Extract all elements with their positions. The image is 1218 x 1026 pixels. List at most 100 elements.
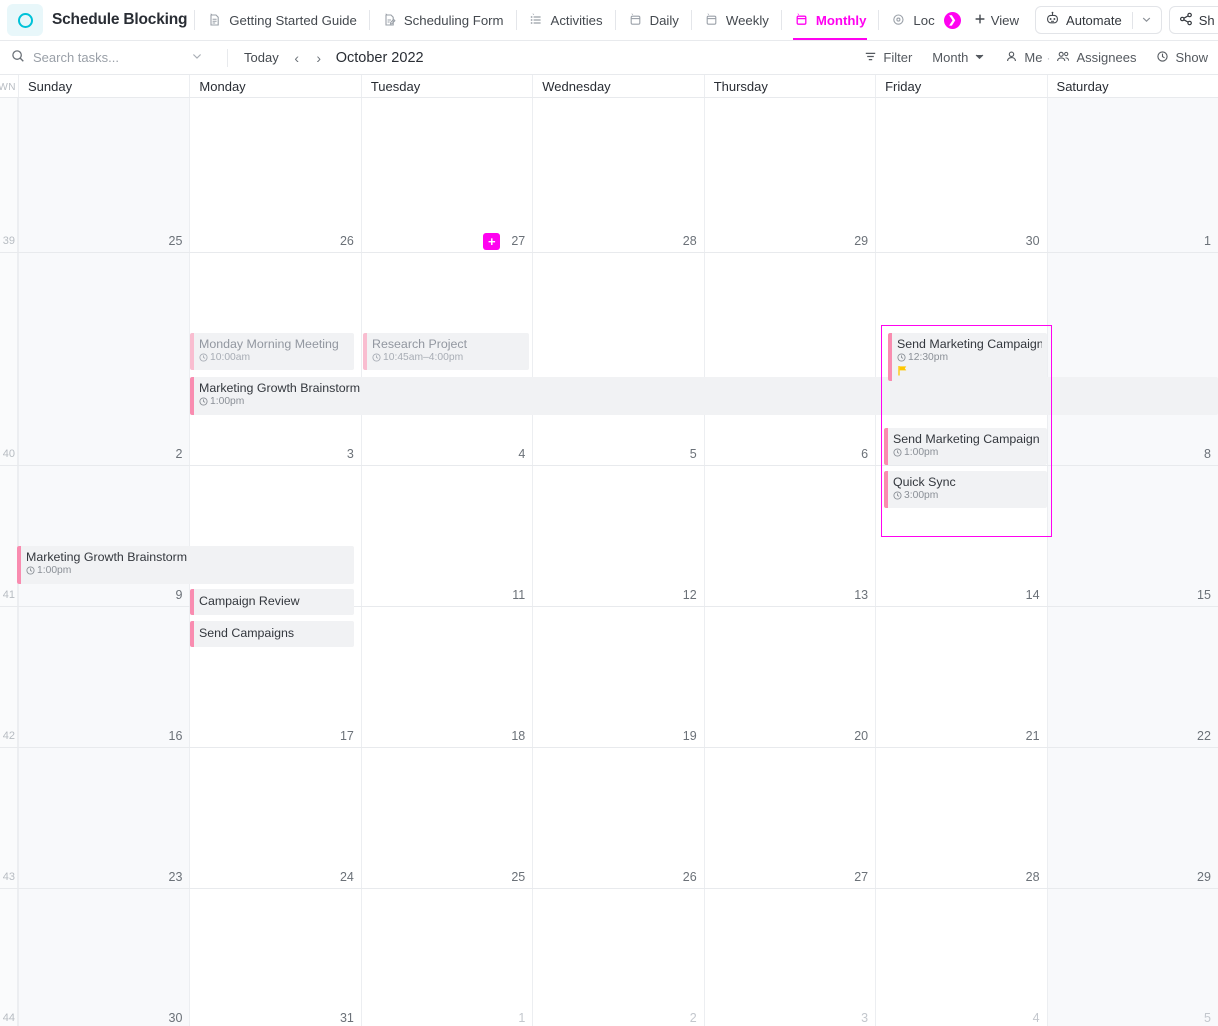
- event-time-label: 3:00pm: [904, 490, 939, 501]
- tab-location[interactable]: Loc ❯: [880, 0, 964, 40]
- day-number-label: 30: [168, 1011, 183, 1025]
- clock-icon: [26, 566, 35, 575]
- calendar-day-cell[interactable]: 2: [532, 889, 704, 1026]
- week-number-cell[interactable]: 39: [0, 98, 18, 252]
- chevron-down-icon: [974, 50, 985, 65]
- week-number-cell[interactable]: 42: [0, 607, 18, 747]
- tab-scheduling-form[interactable]: Scheduling Form: [371, 0, 515, 40]
- event-time: 1:00pm: [893, 446, 1042, 459]
- calendar-day-cell[interactable]: 20: [703, 607, 876, 747]
- calendar-day-cell[interactable]: 3: [703, 889, 876, 1026]
- calendar-day-cell[interactable]: 16: [18, 607, 190, 747]
- tabs-scroll-right-button[interactable]: ❯: [943, 11, 961, 29]
- calendar-day-cell[interactable]: 5: [532, 253, 704, 465]
- day-number-label: 1: [1204, 234, 1211, 248]
- day-number-label: 14: [1025, 588, 1040, 602]
- calendar-day-cell[interactable]: 8: [1046, 253, 1218, 465]
- tab-getting-started-guide[interactable]: Getting Started Guide: [196, 0, 368, 40]
- event-time: 3:00pm: [893, 489, 1042, 502]
- calendar-day-cell[interactable]: 15: [1046, 466, 1218, 606]
- calendar-day-cell[interactable]: 30: [18, 889, 190, 1026]
- calendar-day-cell[interactable]: 25: [18, 98, 190, 252]
- calendar-day-cell[interactable]: 31: [189, 889, 361, 1026]
- next-month-button[interactable]: ›: [308, 47, 330, 69]
- tab-label: Activities: [550, 12, 603, 28]
- calendar-day-cell[interactable]: +27: [360, 98, 533, 252]
- calendar-day-cell[interactable]: 11: [360, 466, 533, 606]
- calendar-day-cell[interactable]: 9: [18, 466, 190, 606]
- priority-flag-icon[interactable]: [897, 365, 1042, 376]
- week-number-cell[interactable]: 41: [0, 466, 18, 606]
- week-number-cell[interactable]: 40: [0, 253, 18, 465]
- calendar-day-cell[interactable]: 29: [703, 98, 876, 252]
- show-options-button[interactable]: Show: [1146, 50, 1218, 66]
- calendar-day-cell[interactable]: 28: [532, 98, 704, 252]
- calendar-event[interactable]: Quick Sync 3:00pm: [884, 471, 1047, 508]
- calendar-day-cell[interactable]: 23: [18, 748, 190, 888]
- add-task-button[interactable]: +: [483, 233, 501, 250]
- share-button[interactable]: Sh: [1168, 6, 1218, 34]
- calendar-day-cell[interactable]: 5: [1046, 889, 1218, 1026]
- event-time: 12:30pm: [897, 351, 1042, 364]
- calendar-day-cell[interactable]: 25: [360, 748, 533, 888]
- calendar-event[interactable]: Send Campaigns: [190, 621, 354, 647]
- calendar-day-cell[interactable]: 12: [532, 466, 704, 606]
- calendar-day-cell[interactable]: 10: [189, 466, 361, 606]
- filter-button[interactable]: Filter: [854, 50, 922, 66]
- previous-month-button[interactable]: ‹: [286, 47, 308, 69]
- calendar-event[interactable]: Research Project 10:45am–4:00pm: [363, 333, 529, 370]
- calendar-day-cell[interactable]: 28: [875, 748, 1047, 888]
- calendar-day-cell[interactable]: 26: [532, 748, 704, 888]
- calendar-event[interactable]: Send Marketing Campaign 1:00pm: [884, 428, 1047, 465]
- today-button[interactable]: Today: [237, 50, 286, 65]
- search-input[interactable]: [33, 50, 183, 65]
- me-filter-button[interactable]: Me: [995, 50, 1046, 66]
- week-number-label: 40: [2, 448, 15, 460]
- calendar-event[interactable]: Marketing Growth Brainstorm 1:00pm: [190, 377, 1218, 415]
- calendar-day-cell[interactable]: 30: [875, 98, 1047, 252]
- calendar-day-cell[interactable]: 6: [703, 253, 876, 465]
- calendar-day-cell[interactable]: 4: [875, 889, 1047, 1026]
- calendar-day-cell[interactable]: 26: [189, 98, 361, 252]
- search-box[interactable]: [0, 49, 218, 66]
- chevron-down-icon[interactable]: [191, 50, 203, 65]
- calendar-day-cell[interactable]: 29: [1046, 748, 1218, 888]
- event-title: Research Project: [372, 337, 468, 351]
- day-number-label: 22: [1197, 729, 1211, 743]
- calendar-event[interactable]: Monday Morning Meeting 10:00am: [190, 333, 354, 370]
- calendar-day-cell[interactable]: 2: [18, 253, 190, 465]
- calendar-event[interactable]: Marketing Growth Brainstorm 1:00pm: [17, 546, 354, 584]
- scale-select[interactable]: Month: [922, 50, 995, 65]
- clock-icon: [893, 448, 902, 457]
- week-number-header-label: WN: [0, 82, 16, 93]
- automate-button[interactable]: Automate: [1035, 6, 1162, 34]
- calendar-day-cell[interactable]: 1: [360, 889, 533, 1026]
- day-number-label: 8: [1204, 447, 1211, 461]
- day-number-label: 11: [512, 588, 526, 602]
- week-number-cell[interactable]: 44: [0, 889, 18, 1026]
- calendar-day-cell[interactable]: 21: [875, 607, 1047, 747]
- calendar-week-row: 44 30 31 1 2 3 4 5: [0, 889, 1218, 1026]
- add-view-button[interactable]: View: [965, 13, 1028, 28]
- calendar-event[interactable]: Campaign Review: [190, 589, 354, 615]
- tab-daily[interactable]: Daily: [617, 0, 690, 40]
- tab-activities[interactable]: Activities: [518, 0, 614, 40]
- chevron-down-icon[interactable]: [1141, 13, 1152, 28]
- workspace-logo[interactable]: [7, 4, 43, 36]
- tab-weekly[interactable]: Weekly: [693, 0, 780, 40]
- calendar-day-cell[interactable]: 22: [1046, 607, 1218, 747]
- week-number-cell[interactable]: 43: [0, 748, 18, 888]
- calendar-day-cell[interactable]: 24: [189, 748, 361, 888]
- calendar-event[interactable]: Send Marketing Campaign 12:30pm: [888, 333, 1047, 381]
- calendar-day-cell[interactable]: 13: [703, 466, 876, 606]
- assignees-filter-button[interactable]: Assignees: [1050, 50, 1146, 66]
- calendar-day-cell[interactable]: 18: [360, 607, 533, 747]
- week-number-label: 41: [2, 589, 15, 601]
- calendar-day-cell[interactable]: 1: [1046, 98, 1218, 252]
- day-of-week-header: WN Sunday Monday Tuesday Wednesday Thurs…: [0, 75, 1218, 98]
- calendar-day-cell[interactable]: 27: [703, 748, 876, 888]
- tab-monthly[interactable]: Monthly: [783, 0, 878, 40]
- day-header-saturday: Saturday: [1046, 75, 1218, 97]
- calendar-day-cell[interactable]: 19: [532, 607, 704, 747]
- share-label: Sh: [1198, 12, 1215, 28]
